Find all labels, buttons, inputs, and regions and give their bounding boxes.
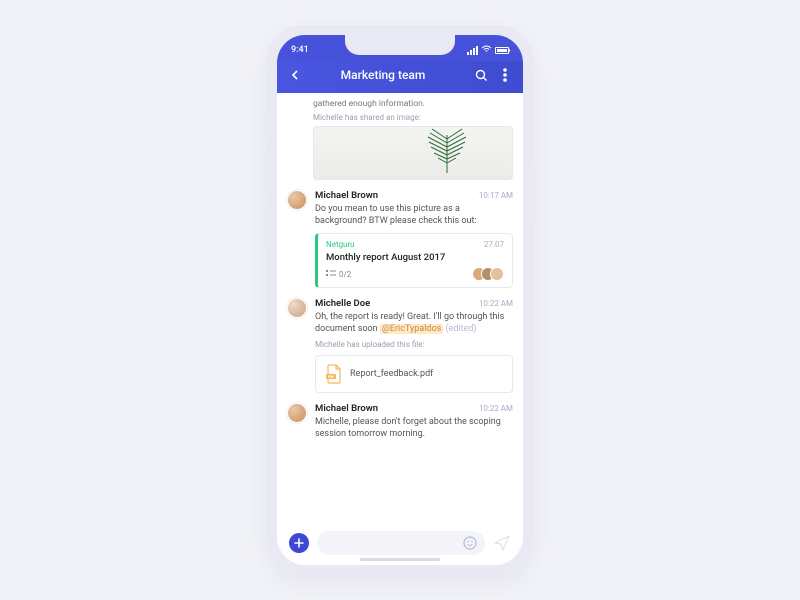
message-text: Oh, the report is ready! Great. I'll go … (315, 311, 513, 335)
checklist-icon (326, 270, 336, 278)
edited-label: (edited) (443, 324, 476, 334)
mute-switch (264, 115, 267, 139)
avatar[interactable] (287, 190, 307, 210)
nav-bar: Marketing team (277, 61, 523, 93)
svg-text:PDF: PDF (328, 375, 335, 379)
task-date: 27.07 (484, 240, 504, 249)
task-card[interactable]: Netguru 27.07 Monthly report August 2017… (315, 233, 513, 288)
sender-name: Michelle Doe (315, 298, 370, 309)
prev-msg-fragment: gathered enough information. (287, 99, 513, 109)
signal-icon (467, 46, 478, 55)
message-3: Michael Brown 10:22 AM Michelle, please … (287, 403, 513, 440)
sender-name: Michael Brown (315, 403, 378, 414)
message-time: 10:22 AM (479, 299, 513, 308)
volume-down-button (264, 205, 267, 245)
screen: 9:41 Marketing team gathered enough (277, 35, 523, 565)
system-uploaded-file: Michelle has uploaded this file: (315, 340, 513, 349)
sender-name: Michael Brown (315, 190, 378, 201)
system-shared-image: Michelle has shared an image: (287, 113, 513, 122)
task-source: Netguru (326, 240, 355, 249)
wifi-icon (481, 45, 492, 56)
notch (345, 35, 455, 55)
send-button[interactable] (493, 534, 511, 552)
battery-icon (495, 47, 509, 54)
add-attachment-button[interactable] (289, 533, 309, 553)
avatar[interactable] (287, 403, 307, 423)
message-time: 10:17 AM (479, 191, 513, 200)
emoji-button[interactable] (463, 536, 477, 550)
more-button[interactable] (497, 67, 513, 83)
message-time: 10:22 AM (479, 404, 513, 413)
volume-up-button (264, 155, 267, 195)
shared-image[interactable] (313, 126, 513, 180)
task-title: Monthly report August 2017 (326, 252, 504, 263)
chat-scroll[interactable]: gathered enough information. Michelle ha… (277, 93, 523, 523)
message-input-wrap (317, 531, 485, 555)
message-text: Do you mean to use this picture as a bac… (315, 203, 513, 227)
message-1: Michael Brown 10:17 AM Do you mean to us… (287, 190, 513, 288)
status-icons (467, 45, 509, 56)
power-button (533, 165, 536, 221)
status-time: 9:41 (291, 45, 309, 55)
task-assignees (477, 267, 504, 281)
home-indicator[interactable] (360, 558, 440, 561)
message-input[interactable] (325, 538, 463, 548)
mention[interactable]: @EricTypaldos (380, 324, 443, 334)
file-attachment[interactable]: PDF Report_feedback.pdf (315, 355, 513, 393)
avatar[interactable] (287, 298, 307, 318)
phone-frame: 9:41 Marketing team gathered enough (267, 25, 533, 575)
assignee-avatar[interactable] (490, 267, 504, 281)
nav-title: Marketing team (301, 68, 465, 82)
search-button[interactable] (473, 67, 489, 83)
pdf-icon: PDF (326, 364, 342, 384)
leaf-icon (412, 126, 482, 179)
file-name: Report_feedback.pdf (350, 369, 433, 379)
task-progress: 0/2 (326, 270, 351, 279)
message-2: Michelle Doe 10:22 AM Oh, the report is … (287, 298, 513, 392)
message-text: Michelle, please don't forget about the … (315, 416, 513, 440)
